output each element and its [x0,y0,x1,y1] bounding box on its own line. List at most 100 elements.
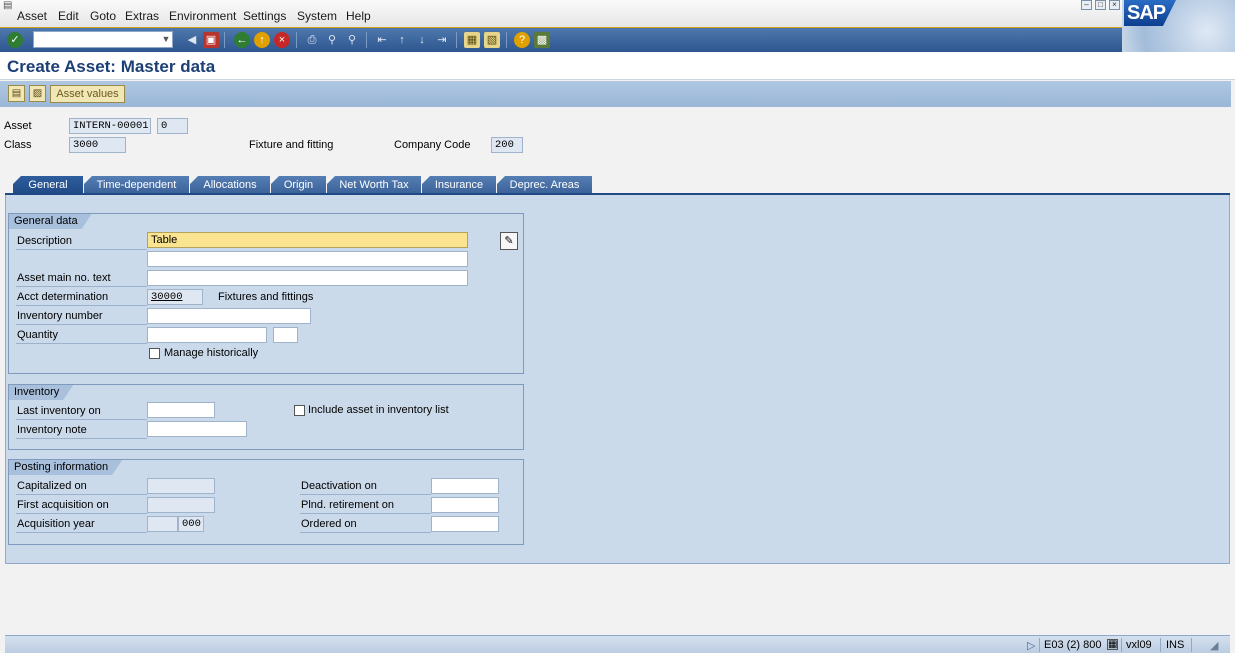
manage-historically-checkbox[interactable] [149,348,160,359]
create-session-icon[interactable]: ▦ [464,32,480,48]
posting-information-title: Posting information [9,460,122,475]
deactivation-on-label: Deactivation on [300,478,431,495]
inventory-number-label: Inventory number [16,308,147,325]
menu-goto[interactable]: Goto [90,9,116,23]
tab-general[interactable]: General [13,176,83,194]
tab-strip: General Time-dependent Allocations Origi… [0,176,1235,194]
menu-bar: ▤ Asset Edit Goto Extras Environment Set… [0,0,1235,28]
posting-information-group: Posting information Capitalized on First… [8,459,524,545]
menu-help[interactable]: Help [346,9,371,23]
tab-deprec-areas[interactable]: Deprec. Areas [497,176,592,194]
main-no-text-label: Asset main no. text [16,270,147,287]
toolbar-separator [366,32,367,48]
ordered-on-input[interactable] [431,516,499,532]
menu-environment[interactable]: Environment [169,9,236,23]
status-mode: INS [1166,639,1185,651]
class-label: Class [4,139,32,151]
tab-origin[interactable]: Origin [271,176,326,194]
capitalized-on-label: Capitalized on [16,478,147,495]
acquisition-period-field: 000 [178,516,204,532]
toolbar-separator [506,32,507,48]
back-arrow-icon[interactable]: ◀ [184,32,200,48]
enter-icon[interactable]: ✓ [7,32,23,48]
main-no-text-input[interactable] [147,270,468,286]
status-info-icon[interactable]: ▦ [1107,639,1118,650]
ordered-on-label: Ordered on [300,516,431,533]
tab-time-dependent[interactable]: Time-dependent [84,176,189,194]
maximize-icon[interactable]: □ [1095,0,1106,10]
general-data-group: General data Description Table ✎ Asset m… [8,213,524,374]
acquisition-year-field [147,516,178,532]
print-icon[interactable]: ⎙ [304,32,320,48]
menu-extras[interactable]: Extras [125,9,159,23]
status-system: E03 (2) 800 [1044,639,1102,651]
next-page-icon[interactable]: ↓ [414,32,430,48]
inventory-note-input[interactable] [147,421,247,437]
include-in-inventory-label: Include asset in inventory list [308,404,449,416]
acct-determination-text: Fixtures and fittings [218,291,314,303]
quantity-label: Quantity [16,327,147,344]
menu-asset[interactable]: Asset [17,9,47,23]
description-line2-input[interactable] [147,251,468,267]
close-window-icon[interactable]: × [1109,0,1120,10]
asset-label: Asset [4,120,32,132]
asset-values-button[interactable]: Asset values [50,85,125,103]
status-separator [1160,638,1161,652]
sap-logo-text: SAP [1124,0,1176,26]
help-icon[interactable]: ? [514,32,530,48]
toolbar-separator [296,32,297,48]
last-inventory-input[interactable] [147,402,215,418]
deactivation-on-input[interactable] [431,478,499,494]
window-menu-icon[interactable]: ▤ [3,0,15,11]
command-field[interactable]: ▼ [33,31,173,48]
tab-net-worth-tax[interactable]: Net Worth Tax [327,176,421,194]
standard-toolbar: ✓ ▼ ◀ ▣ ← ↑ × ⎙ ⚲ ⚲ ⇤ ↑ ↓ ⇥ ▦ ▧ ? ▩ [0,28,1122,52]
save-icon[interactable]: ▣ [203,32,219,48]
menu-edit[interactable]: Edit [58,9,79,23]
manage-historically-label: Manage historically [164,347,259,359]
toolbar-separator [224,32,225,48]
quantity-input[interactable] [147,327,267,343]
capitalized-on-field [147,478,215,494]
status-expand-icon[interactable]: ▷ [1027,639,1035,652]
quantity-unit-input[interactable] [273,327,298,343]
acquisition-year-label: Acquisition year [16,516,147,533]
resize-grip-icon[interactable]: ◢ [1210,639,1218,652]
other-asset-icon[interactable]: ▤ [8,85,25,102]
exit-icon[interactable]: ↑ [254,32,270,48]
first-acquisition-label: First acquisition on [16,497,147,514]
inventory-number-input[interactable] [147,308,311,324]
menu-settings[interactable]: Settings [243,9,286,23]
first-page-icon[interactable]: ⇤ [374,32,390,48]
description-input[interactable]: Table [147,232,468,248]
previous-page-icon[interactable]: ↑ [394,32,410,48]
layout-icon[interactable]: ▩ [534,32,550,48]
back-icon[interactable]: ← [234,32,250,48]
status-separator [1039,638,1040,652]
inventory-note-label: Inventory note [16,422,147,439]
planned-retirement-label: Plnd. retirement on [300,497,431,514]
menu-system[interactable]: System [297,9,337,23]
tab-insurance[interactable]: Insurance [422,176,496,194]
find-icon[interactable]: ⚲ [324,32,340,48]
display-data-icon[interactable]: ▨ [29,85,46,102]
long-text-edit-icon[interactable]: ✎ [500,232,518,250]
include-in-inventory-checkbox[interactable] [294,405,305,416]
company-code-field: 200 [491,137,523,153]
tab-allocations[interactable]: Allocations [190,176,270,194]
find-next-icon[interactable]: ⚲ [344,32,360,48]
cancel-icon[interactable]: × [274,32,290,48]
status-separator [1191,638,1192,652]
toolbar-separator [456,32,457,48]
command-history-icon[interactable]: ▼ [161,33,171,46]
asset-subnumber-field: 0 [157,118,188,134]
shortcut-icon[interactable]: ▧ [484,32,500,48]
minimize-icon[interactable]: – [1081,0,1092,10]
company-code-label: Company Code [394,139,471,151]
last-page-icon[interactable]: ⇥ [434,32,450,48]
page-title: Create Asset: Master data [7,57,216,76]
planned-retirement-input[interactable] [431,497,499,513]
acct-determination-label: Acct determination [16,289,147,306]
application-toolbar: ▤ ▨ Asset values [0,81,1231,107]
first-acquisition-field [147,497,215,513]
